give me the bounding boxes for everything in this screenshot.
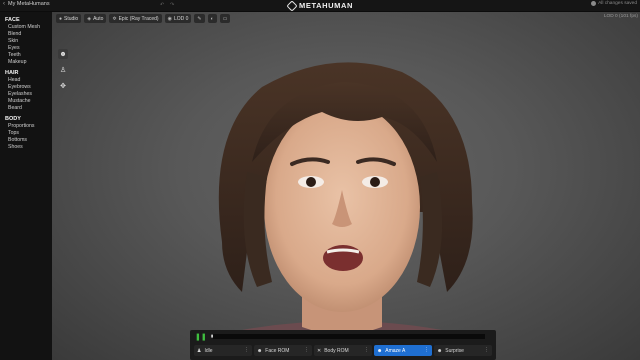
lod-dropdown[interactable]: ◉ LOD 0 bbox=[164, 14, 192, 23]
preset-label: Amaze A bbox=[385, 347, 406, 354]
top-bar: ‹ My MetaHumans ↶ ↷ METAHUMAN All change… bbox=[0, 0, 640, 12]
more-icon[interactable]: ⋮ bbox=[364, 347, 369, 353]
move-camera-button[interactable]: ✥ bbox=[58, 81, 68, 91]
quality-dropdown[interactable]: ✲ Epic (Ray Traced) bbox=[109, 14, 162, 23]
logo-text: METAHUMAN bbox=[299, 1, 354, 10]
app-title: My MetaHumans bbox=[8, 1, 50, 7]
animation-bar: ❚❚ ■ ♟ Idle ⋮ ☻ Face ROM ⋮ ✕ Body ROM ⋮ … bbox=[190, 330, 496, 360]
preset-idle[interactable]: ♟ Idle ⋮ bbox=[194, 345, 252, 356]
sidebar-section-face[interactable]: FACE bbox=[5, 17, 52, 24]
body-icon: ♙ bbox=[59, 67, 67, 74]
brush-icon: ✎ bbox=[197, 15, 202, 22]
sidebar-section-body[interactable]: BODY bbox=[5, 116, 52, 123]
face-icon: ☻ bbox=[257, 347, 263, 354]
lod-label: LOD 0 bbox=[173, 15, 189, 22]
back-to-library[interactable]: ‹ My MetaHumans bbox=[3, 1, 50, 7]
gear-icon: ✲ bbox=[112, 15, 117, 22]
sidebar-item-proportions[interactable]: Proportions bbox=[5, 123, 52, 130]
sidebar-item-custom-mesh[interactable]: Custom Mesh bbox=[5, 24, 52, 31]
sidebar-item-makeup[interactable]: Makeup bbox=[5, 59, 52, 66]
preset-amaze-a[interactable]: ☻ Amaze A ⋮ bbox=[374, 345, 432, 356]
logo-mark-icon bbox=[286, 0, 298, 12]
preset-label: Surprise bbox=[445, 347, 464, 354]
sidebar-item-eyelashes[interactable]: Eyelashes bbox=[5, 91, 52, 98]
sidebar-item-shoes[interactable]: Shoes bbox=[5, 144, 52, 151]
quality-label: Epic (Ray Traced) bbox=[118, 15, 159, 22]
save-status-label: All changes saved bbox=[598, 1, 637, 6]
preset-label: Body ROM bbox=[324, 347, 349, 354]
eye-icon: ◐ bbox=[210, 15, 214, 22]
face-camera-button[interactable]: ☻ bbox=[58, 49, 68, 59]
sidebar-item-eyes[interactable]: Eyes bbox=[5, 45, 52, 52]
sidebar-item-head[interactable]: Head bbox=[5, 77, 52, 84]
more-icon[interactable]: ⋮ bbox=[304, 347, 309, 353]
move-icon: ✥ bbox=[60, 83, 66, 90]
animation-presets: ♟ Idle ⋮ ☻ Face ROM ⋮ ✕ Body ROM ⋮ ☻ Ama… bbox=[194, 345, 492, 356]
sidebar-item-mustache[interactable]: Mustache bbox=[5, 98, 52, 105]
fullscreen-toggle[interactable]: ▭ bbox=[219, 14, 231, 23]
camera-icon: ◈ bbox=[87, 15, 92, 22]
sidebar: FACE Custom Mesh Blend Skin Eyes Teeth M… bbox=[0, 12, 52, 360]
lighting-dropdown[interactable]: ● Studio bbox=[56, 14, 82, 23]
sidebar-item-blend[interactable]: Blend bbox=[5, 31, 52, 38]
wireframe-toggle[interactable]: ✎ bbox=[194, 14, 205, 23]
camera-tools: ☻ ♙ ✥ bbox=[58, 49, 68, 91]
more-icon[interactable]: ⋮ bbox=[424, 347, 429, 353]
face-icon: ☻ bbox=[59, 50, 67, 58]
layers-icon: ◉ bbox=[167, 15, 172, 22]
camera-dropdown[interactable]: ◈ Auto bbox=[84, 14, 107, 23]
screen-icon: ▭ bbox=[222, 15, 228, 22]
visibility-toggle[interactable]: ◐ bbox=[207, 14, 217, 23]
lod-info: LOD 0 (101 fps) bbox=[603, 14, 638, 19]
lightbulb-icon: ● bbox=[59, 15, 63, 22]
sidebar-item-beard[interactable]: Beard bbox=[5, 105, 52, 112]
preset-surprise[interactable]: ☻ Surprise ⋮ bbox=[434, 345, 492, 356]
sidebar-item-bottoms[interactable]: Bottoms bbox=[5, 137, 52, 144]
body-camera-button[interactable]: ♙ bbox=[58, 65, 68, 75]
character-render bbox=[218, 62, 473, 360]
sidebar-item-tops[interactable]: Tops bbox=[5, 130, 52, 137]
redo-icon[interactable]: ↷ bbox=[170, 2, 174, 8]
viewport[interactable]: ● Studio ◈ Auto ✲ Epic (Ray Traced) ◉ LO… bbox=[52, 12, 640, 360]
sidebar-item-eyebrows[interactable]: Eyebrows bbox=[5, 84, 52, 91]
sidebar-item-skin[interactable]: Skin bbox=[5, 38, 52, 45]
preset-label: Idle bbox=[204, 347, 213, 354]
timeline-scrubber[interactable] bbox=[213, 334, 485, 339]
camera-label: Auto bbox=[93, 15, 104, 22]
preset-body-rom[interactable]: ✕ Body ROM ⋮ bbox=[314, 345, 372, 356]
metahuman-logo: METAHUMAN bbox=[286, 0, 354, 12]
sidebar-item-teeth[interactable]: Teeth bbox=[5, 52, 52, 59]
body-icon: ✕ bbox=[317, 347, 322, 354]
more-icon[interactable]: ⋮ bbox=[484, 347, 489, 353]
undo-icon[interactable]: ↶ bbox=[160, 2, 164, 8]
sidebar-section-hair[interactable]: HAIR bbox=[5, 70, 52, 77]
pause-icon[interactable]: ❚❚ bbox=[195, 333, 207, 341]
lighting-label: Studio bbox=[64, 15, 79, 22]
save-status: All changes saved bbox=[591, 1, 637, 6]
chevron-left-icon: ‹ bbox=[3, 1, 5, 7]
preset-face-rom[interactable]: ☻ Face ROM ⋮ bbox=[254, 345, 312, 356]
face-icon: ☻ bbox=[377, 347, 383, 354]
more-icon[interactable]: ⋮ bbox=[244, 347, 249, 353]
preset-label: Face ROM bbox=[265, 347, 290, 354]
cloud-check-icon bbox=[591, 1, 597, 6]
figure-icon: ♟ bbox=[197, 347, 202, 354]
viewport-toolbar: ● Studio ◈ Auto ✲ Epic (Ray Traced) ◉ LO… bbox=[56, 14, 231, 23]
face-icon: ☻ bbox=[437, 347, 443, 354]
